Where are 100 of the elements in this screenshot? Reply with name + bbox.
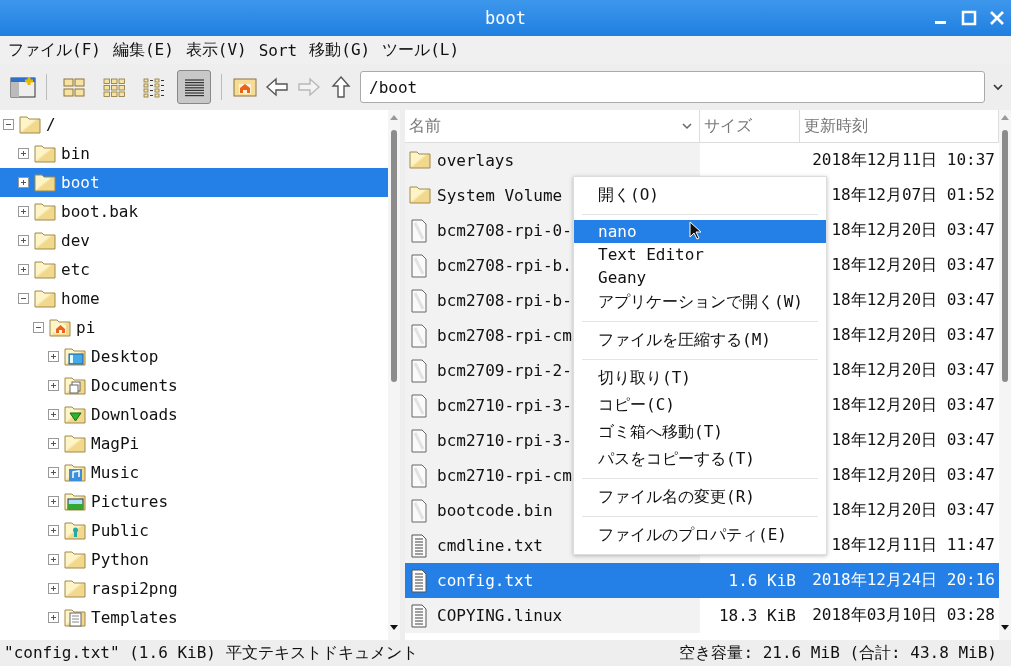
collapse-icon[interactable] [18,293,29,304]
file-date: 18年12月20日 03:47 [831,360,995,381]
file-date: 18年12月20日 03:47 [831,465,995,486]
tree-item[interactable]: Desktop [0,342,388,371]
expand-icon[interactable] [48,409,59,420]
tree-item[interactable]: home [0,284,388,313]
close-icon[interactable] [989,10,1005,26]
expand-icon[interactable] [18,206,29,217]
folder-icon [64,578,86,599]
expand-icon[interactable] [48,496,59,507]
expand-icon[interactable] [48,612,59,623]
expand-icon[interactable] [18,148,29,159]
collapse-icon[interactable] [33,322,44,333]
file-date: 2018年12月24日 20:16 [812,570,995,591]
maximize-icon[interactable] [961,10,977,26]
expand-icon[interactable] [48,438,59,449]
menu-item[interactable]: ファイル(F) [8,39,101,61]
file-row[interactable]: COPYING.linux 18.3 KiB 2018年03月10日 03:28 [405,598,999,633]
free-space-text: 空き容量: 21.6 MiB (合計: 43.8 MiB) [679,642,997,664]
menu-item[interactable]: 編集(E) [112,39,174,61]
file-name: bcm2709-rpi-2- [437,361,572,380]
compact-view-icon [141,75,167,99]
file-name: bcm2708-rpi-b- [437,291,572,310]
tree-item[interactable]: MagPi [0,429,388,458]
tree-item[interactable]: boot.bak [0,197,388,226]
icons-view-icon [61,75,87,99]
file-date: 18年12月11日 11:47 [831,535,995,556]
tree-item[interactable]: Downloads [0,400,388,429]
context-menu-item[interactable]: コピー(C) [574,392,826,419]
context-menu-item[interactable]: パスをコピーする(T) [574,446,826,473]
folder-icon [34,259,56,280]
file-name: bcm2710-rpi-3- [437,396,572,415]
folder-icon [34,288,56,309]
context-menu-item[interactable]: ゴミ箱へ移動(T) [574,419,826,446]
collapse-icon[interactable] [3,119,14,130]
context-menu-item[interactable]: 切り取り(T) [574,365,826,392]
file-date: 18年12月20日 03:47 [831,325,995,346]
folder-icon [19,114,41,135]
context-menu-item[interactable]: アプリケーションで開く(W) [574,289,826,316]
sort-caret-icon [681,120,693,132]
expand-icon[interactable] [48,583,59,594]
folder-icon [64,549,86,570]
file-date: 18年12月20日 03:47 [831,290,995,311]
file-name: System Volume [437,186,563,205]
context-menu-item[interactable]: Text Editor [574,243,826,266]
expand-icon[interactable] [18,177,29,188]
file-name: bcm2708-rpi-0- [437,221,572,240]
home-icon[interactable] [232,75,258,99]
tree-item[interactable]: Templates [0,603,388,632]
expand-icon[interactable] [48,467,59,478]
tree-item[interactable]: dev [0,226,388,255]
back-icon[interactable] [264,75,290,99]
folder-icon [34,172,56,193]
file-row[interactable]: config.txt 1.6 KiB 2018年12月24日 20:16 [405,563,999,598]
expand-icon[interactable] [48,351,59,362]
menu-item[interactable]: 移動(G) [309,39,371,61]
file-date: 2018年03月10日 03:28 [812,605,995,626]
folder-icon [34,143,56,164]
file-row[interactable]: overlays 2018年12月11日 10:37 [405,143,999,178]
tree-item[interactable]: raspi2png [0,574,388,603]
expand-icon[interactable] [48,380,59,391]
tree-item[interactable]: Music [0,458,388,487]
file-date: 18年12月07日 01:52 [831,185,995,206]
expand-icon[interactable] [18,264,29,275]
context-menu-item[interactable]: nano [574,220,826,243]
context-menu-item[interactable]: 開く(O) [574,182,826,209]
mouse-pointer-icon [689,221,703,241]
context-menu-item[interactable]: Geany [574,266,826,289]
tree-item[interactable]: Python [0,545,388,574]
expand-icon[interactable] [48,525,59,536]
context-menu-item[interactable]: ファイルのプロパティ(E) [574,522,826,549]
new-window-icon[interactable] [10,75,36,99]
file-name: overlays [437,151,515,170]
column-header[interactable]: サイズ [700,110,800,142]
file-name: config.txt [437,571,534,590]
tree-item[interactable]: boot [0,168,388,197]
file-name: cmdline.txt [437,536,543,555]
detailed-view-button[interactable] [177,70,211,104]
tree-item[interactable]: Documents [0,371,388,400]
expand-icon[interactable] [18,235,29,246]
file-date: 18年12月20日 03:47 [831,220,995,241]
context-menu-item[interactable]: ファイルを圧縮する(M) [574,327,826,354]
tree-item[interactable]: / [0,110,388,139]
menu-item[interactable]: ツール(L) [382,39,460,61]
menu-item[interactable]: Sort [258,40,298,60]
column-header[interactable]: 名前 [405,110,700,142]
downloads-folder-icon [64,404,86,425]
path-field[interactable]: /boot [360,71,985,103]
tree-item[interactable]: etc [0,255,388,284]
file-date: 18年12月20日 03:47 [831,255,995,276]
tree-item[interactable]: pi [0,313,388,342]
tree-item[interactable]: Public [0,516,388,545]
scrollbar[interactable] [388,110,400,640]
menu-item[interactable]: 表示(V) [185,39,247,61]
expand-icon[interactable] [48,554,59,565]
folder-icon [64,433,86,454]
tree-item[interactable]: bin [0,139,388,168]
scrollbar[interactable] [999,110,1011,640]
context-menu-item[interactable]: ファイル名の変更(R) [574,484,826,511]
tree-item[interactable]: Pictures [0,487,388,516]
